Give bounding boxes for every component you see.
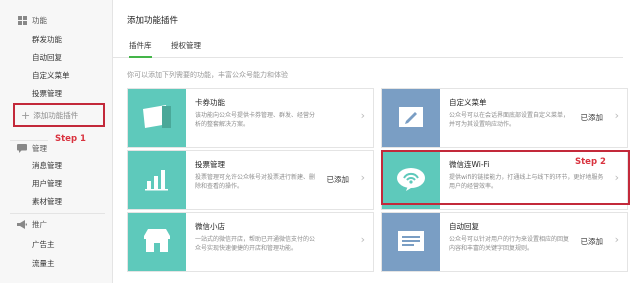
plus-icon: + bbox=[21, 108, 31, 122]
reply-icon bbox=[397, 230, 425, 254]
plugin-card-shop[interactable]: 微信小店 一站式的微信开店，帮助已开通微信支付的公众号实现快速便捷的开店和管理功… bbox=[127, 212, 374, 272]
sidebar-item-advertiser[interactable]: 广告主 bbox=[32, 239, 55, 250]
step-2-annotation: Step 2 bbox=[575, 157, 606, 167]
sidebar-item-messages[interactable]: 消息管理 bbox=[32, 160, 62, 171]
plugin-description: 该功能向公众号提供卡券管理、群发、经营分析的整套解决方案。 bbox=[195, 112, 316, 128]
sidebar-item-vote[interactable]: 投票管理 bbox=[32, 88, 62, 99]
plugin-thumb bbox=[382, 89, 440, 147]
plugin-description: 投票管理可允许公众帐号对投票进行新建、删除和查看的操作。 bbox=[195, 174, 316, 190]
plugin-thumb bbox=[128, 89, 186, 147]
chat-icon bbox=[17, 143, 27, 153]
page-title: 添加功能插件 bbox=[127, 16, 179, 26]
sidebar-section-label: 管理 bbox=[32, 143, 47, 153]
plugin-card-custom-menu[interactable]: 自定义菜单 公众号可以在会话界面底部设置自定义菜单，并可为其设置响应动作。 已添… bbox=[381, 88, 628, 148]
page-description: 你可以添加下列需要的功能，丰富公众号能力和体验 bbox=[127, 71, 288, 79]
plugin-title: 微信小店 bbox=[195, 222, 225, 231]
sidebar-item-auto-reply[interactable]: 自动回复 bbox=[32, 52, 62, 63]
sidebar-item-custom-menu[interactable]: 自定义菜单 bbox=[32, 70, 70, 81]
plugin-thumb bbox=[128, 213, 186, 271]
chevron-right-icon: › bbox=[614, 233, 619, 246]
tab-authorization[interactable]: 授权管理 bbox=[171, 40, 201, 51]
plugin-card-auto-reply[interactable]: 自动回复 公众号可以针对用户的行为来设置相应的回复内容和丰富的关键字回复规则。 … bbox=[381, 212, 628, 272]
megaphone-icon bbox=[17, 219, 27, 229]
plugin-description: 公众号可以针对用户的行为来设置相应的回复内容和丰富的关键字回复规则。 bbox=[449, 236, 570, 252]
chevron-right-icon: › bbox=[360, 233, 365, 246]
main-content: 添加功能插件 插件库 授权管理 你可以添加下列需要的功能，丰富公众号能力和体验 … bbox=[113, 0, 640, 283]
chevron-right-icon: › bbox=[614, 109, 619, 122]
bar-chart-icon bbox=[144, 167, 170, 193]
shop-icon bbox=[142, 228, 172, 256]
added-status: 已添加 bbox=[580, 113, 604, 122]
tab-bar: 插件库 授权管理 bbox=[113, 36, 623, 58]
sidebar-section-manage: 管理 bbox=[0, 141, 47, 155]
plugin-description: 公众号可以在会话界面底部设置自定义菜单，并可为其设置响应动作。 bbox=[449, 112, 570, 128]
chevron-right-icon: › bbox=[360, 171, 365, 184]
plugin-card-vote[interactable]: 投票管理 投票管理可允许公众帐号对投票进行新建、删除和查看的操作。 已添加 › bbox=[127, 150, 374, 210]
tab-plugin-library[interactable]: 插件库 bbox=[129, 40, 152, 58]
divider bbox=[10, 213, 105, 214]
plugin-thumb bbox=[128, 151, 186, 209]
step-1-annotation: Step 1 bbox=[55, 134, 86, 144]
sidebar: 功能 群发功能 自动回复 自定义菜单 投票管理 + 添加功能插件 Step 1 … bbox=[0, 0, 113, 283]
grid-icon bbox=[17, 15, 27, 25]
sidebar-section-promote: 推广 bbox=[0, 217, 47, 231]
add-plugin-label: 添加功能插件 bbox=[33, 110, 79, 120]
added-status: 已添加 bbox=[326, 175, 350, 184]
plugin-thumb bbox=[382, 213, 440, 271]
plugin-title: 投票管理 bbox=[195, 160, 225, 169]
sidebar-section-label: 功能 bbox=[32, 15, 47, 25]
sidebar-item-materials[interactable]: 素材管理 bbox=[32, 196, 62, 207]
plugin-title: 自定义菜单 bbox=[449, 98, 487, 107]
sidebar-section-label: 推广 bbox=[32, 219, 47, 229]
add-plugin-button[interactable]: + 添加功能插件 bbox=[13, 103, 105, 127]
card-icon bbox=[140, 104, 174, 132]
plugin-title: 自动回复 bbox=[449, 222, 479, 231]
sidebar-item-users[interactable]: 用户管理 bbox=[32, 178, 62, 189]
plugin-title: 卡券功能 bbox=[195, 98, 225, 107]
sidebar-item-publisher[interactable]: 流量主 bbox=[32, 258, 55, 269]
sidebar-section-function: 功能 bbox=[0, 13, 47, 27]
sidebar-item-broadcast[interactable]: 群发功能 bbox=[32, 34, 62, 45]
chevron-right-icon: › bbox=[360, 109, 365, 122]
plugin-card-coupon[interactable]: 卡券功能 该功能向公众号提供卡券管理、群发、经营分析的整套解决方案。 › bbox=[127, 88, 374, 148]
added-status: 已添加 bbox=[580, 237, 604, 246]
pencil-icon bbox=[398, 106, 424, 130]
plugin-description: 一站式的微信开店，帮助已开通微信支付的公众号实现快速便捷的开店和管理功能。 bbox=[195, 236, 316, 252]
